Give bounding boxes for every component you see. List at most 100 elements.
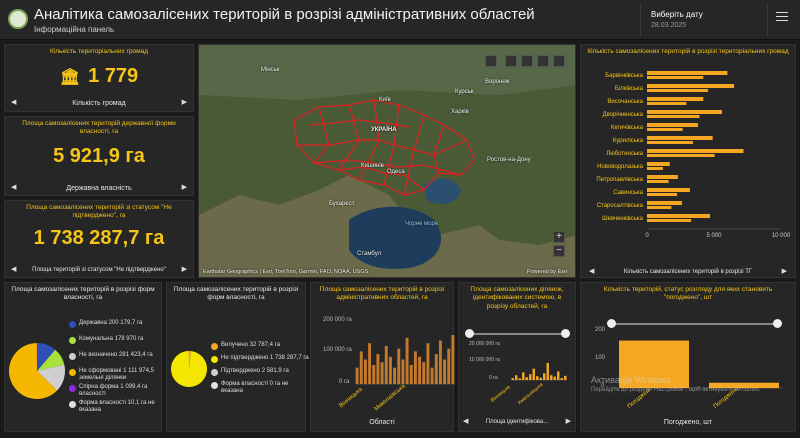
bar[interactable] [647,115,700,118]
bar[interactable] [647,141,693,144]
hamburger-menu-icon[interactable] [776,12,788,24]
bar[interactable] [426,343,430,384]
bar[interactable] [529,374,532,380]
legend-item: Не підтверджено 1 738 287,7 га [221,355,309,361]
zoom-in-icon[interactable]: + [553,231,565,243]
bar[interactable] [372,364,376,384]
slider-handle-left[interactable] [607,319,616,328]
map-layers-icon[interactable] [521,55,533,67]
ownership-pie-chart [9,343,65,399]
slider-handle-left[interactable] [465,329,474,338]
bar[interactable] [434,354,438,384]
range-slider[interactable] [465,329,570,338]
bar[interactable] [388,356,392,384]
bar[interactable] [525,377,528,380]
agreed-bar-chart-panel: Кількість територій, статус розгляду для… [580,282,796,432]
kpi-panel-unconfirmed: Площа самозалісених територій зі статусо… [4,200,194,278]
bar[interactable] [647,175,678,179]
bar[interactable] [647,71,728,75]
bar[interactable] [401,359,405,384]
bar[interactable] [543,373,546,380]
bar[interactable] [539,377,542,380]
slider-handle-right[interactable] [773,319,782,328]
bar[interactable] [550,375,553,380]
bar[interactable] [536,376,539,380]
bar[interactable] [647,76,704,79]
bar[interactable] [451,335,455,384]
bar[interactable] [647,206,672,209]
map-basemap-icon[interactable] [537,55,549,67]
next-arrow-icon[interactable]: ▶ [566,417,571,425]
map-label: Харків [451,109,469,115]
bar[interactable] [647,102,687,105]
map-panel[interactable]: Мінськ Київ Харків УКРАЇНА Ростов-на-Дон… [198,44,576,278]
bar[interactable] [564,375,567,380]
legend-swatch [69,337,76,344]
bar[interactable] [430,367,434,384]
zoom-out-icon[interactable]: − [553,245,565,257]
y-tick-label: 0 га [339,379,350,385]
bar[interactable] [447,348,451,384]
y-tick-label: 10 000 000 га [469,357,500,363]
bar[interactable] [393,367,397,384]
bar[interactable] [376,354,380,384]
range-slider[interactable] [607,319,782,328]
bar[interactable] [546,362,549,380]
bar[interactable] [647,97,704,101]
bar[interactable] [647,123,698,127]
bar[interactable] [413,351,417,384]
bar[interactable] [553,376,556,380]
bar[interactable] [647,219,692,222]
kpi-panel-state-ownership: Площа самозалісених територій державної … [4,116,194,196]
bar[interactable] [557,371,560,380]
chart-title: Площа самозалісених територій в розрізі … [319,286,445,302]
x-tick-label: 5 000 [706,233,722,239]
bar[interactable] [647,162,670,166]
legend-swatch [211,343,218,350]
bar[interactable] [647,180,669,183]
bar[interactable] [647,110,723,114]
bar[interactable] [409,364,413,384]
bar[interactable] [647,201,682,205]
bar[interactable] [405,337,409,384]
next-arrow-icon[interactable]: ▶ [182,265,187,273]
bar[interactable] [368,343,372,384]
bar[interactable] [647,167,663,170]
date-selector[interactable]: Виберіть дату 28.03.2025 [640,4,768,36]
bar[interactable] [647,128,683,131]
next-arrow-icon[interactable]: ▶ [782,267,787,275]
bar[interactable] [515,375,518,380]
bar[interactable] [397,348,401,384]
legend-item: Не визначено 281 423,4 га [79,352,153,358]
bar[interactable] [422,362,426,384]
bar[interactable] [647,136,713,140]
next-arrow-icon[interactable]: ▶ [182,183,187,191]
bar[interactable] [418,356,422,384]
bar[interactable] [647,149,744,153]
next-arrow-icon[interactable]: ▶ [182,98,187,106]
bar[interactable] [355,367,359,384]
map-legend-icon[interactable] [553,55,565,67]
map-home-icon[interactable] [505,55,517,67]
bar[interactable] [522,372,525,380]
bar[interactable] [518,378,521,380]
bar[interactable] [647,188,690,192]
map-search-icon[interactable] [485,55,497,67]
bar[interactable] [647,84,735,88]
bar[interactable] [380,362,384,384]
slider-handle-right[interactable] [561,329,570,338]
bar[interactable] [560,378,563,380]
bar[interactable] [647,154,715,157]
bar[interactable] [443,359,447,384]
bar[interactable] [363,359,367,384]
bar[interactable] [647,193,678,196]
bar[interactable] [647,89,708,92]
bar[interactable] [359,351,363,384]
bar[interactable] [438,340,442,384]
bar[interactable] [532,368,535,380]
legend-item: Не сформовані 1 111 974,5 земельні ділян… [79,368,154,382]
bar[interactable] [384,345,388,384]
map-label: УКРАЇНА [371,127,397,133]
bar[interactable] [647,214,710,218]
bar[interactable] [511,378,514,380]
